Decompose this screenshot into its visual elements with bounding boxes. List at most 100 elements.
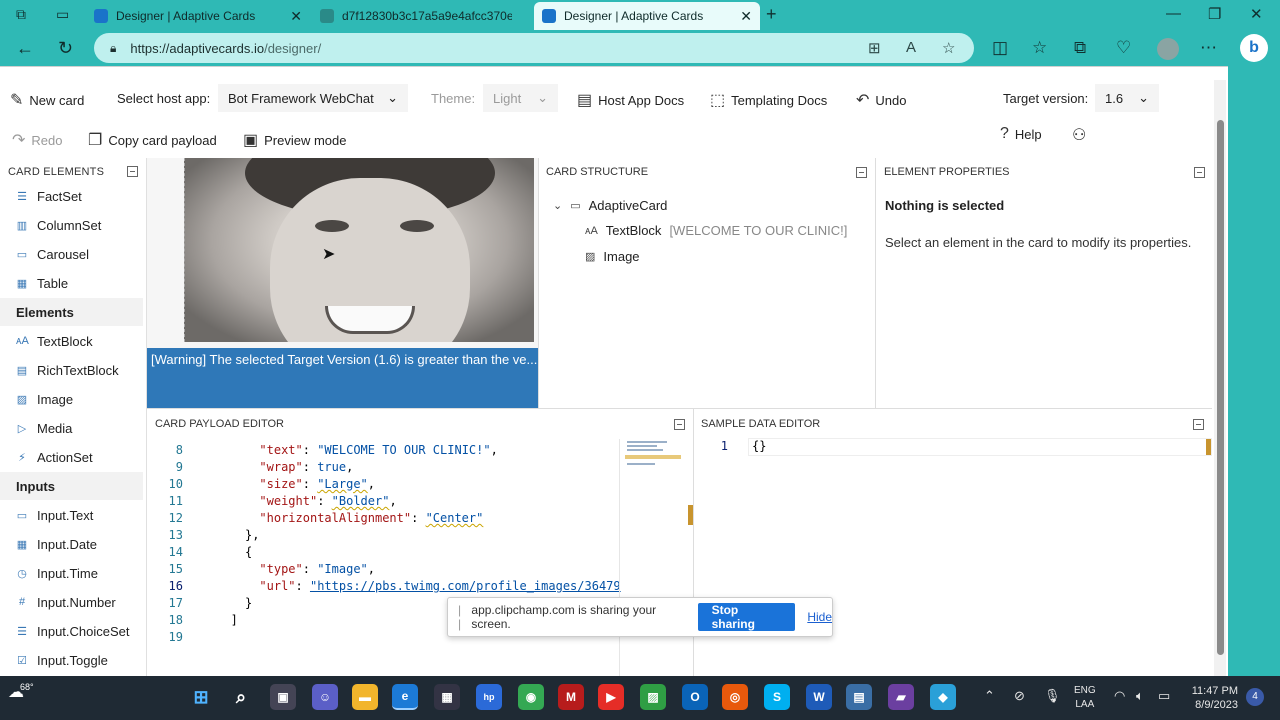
file-explorer-icon[interactable]: ▬ bbox=[352, 684, 378, 710]
restore-icon[interactable]: ❐ bbox=[1208, 5, 1221, 23]
code-minimap[interactable] bbox=[625, 439, 683, 479]
start-icon[interactable]: ⊞ bbox=[188, 684, 214, 710]
youtube-icon[interactable]: ▶ bbox=[598, 684, 624, 710]
task-view-icon[interactable]: ▣ bbox=[270, 684, 296, 710]
edge-icon[interactable]: e bbox=[392, 684, 418, 710]
collections-icon[interactable]: ⧉ bbox=[1074, 38, 1086, 58]
close-window-icon[interactable]: ✕ bbox=[1250, 5, 1263, 23]
system-clock[interactable]: 11:47 PM 8/9/2023 bbox=[1186, 684, 1238, 712]
show-hidden-icons-icon[interactable]: ⌃ bbox=[984, 688, 995, 704]
page-scrollbar-thumb[interactable] bbox=[1217, 120, 1224, 655]
apps-icon[interactable]: ⊞ bbox=[868, 39, 881, 57]
bing-chat-icon[interactable]: b bbox=[1240, 34, 1268, 62]
cube-app-icon[interactable]: ◆ bbox=[930, 684, 956, 710]
favorites-icon[interactable]: ☆ bbox=[1032, 38, 1047, 58]
palette-item-input-date[interactable]: ▦ Input.Date bbox=[0, 530, 143, 558]
notification-badge[interactable]: 4 bbox=[1246, 688, 1264, 706]
browser-essentials-icon[interactable]: ♡ bbox=[1116, 38, 1131, 58]
microphone-icon[interactable]: 🎙︎ bbox=[1044, 688, 1061, 704]
tree-node-image[interactable]: ▨ Image bbox=[585, 249, 640, 264]
theme-select[interactable]: Light ⌄ bbox=[483, 84, 558, 112]
tab-designer-1[interactable]: Designer | Adaptive Cards ✕ bbox=[86, 2, 310, 30]
outlook-icon[interactable]: O bbox=[682, 684, 708, 710]
host-app-select[interactable]: Bot Framework WebChat ⌄ bbox=[218, 84, 408, 112]
new-tab-icon[interactable]: + bbox=[766, 4, 777, 25]
palette-item-input-choiceset[interactable]: ☰ Input.ChoiceSet bbox=[0, 617, 143, 645]
host-app-docs-button[interactable]: ▤ Host App Docs bbox=[577, 90, 684, 110]
tree-node-textblock[interactable]: ᴀA TextBlock [WELCOME TO OUR CLINIC!] bbox=[585, 223, 847, 238]
redo-label: Redo bbox=[31, 132, 63, 148]
workspaces-icon[interactable]: ⧉ bbox=[16, 6, 26, 23]
palette-item-input-number[interactable]: # Input.Number bbox=[0, 588, 143, 616]
drag-handle-icon[interactable]: | | bbox=[458, 603, 461, 631]
chrome-icon[interactable]: ◉ bbox=[518, 684, 544, 710]
palette-item-richtextblock[interactable]: ▤ RichTextBlock bbox=[0, 356, 143, 384]
weather-widget[interactable]: ☁ 68° bbox=[8, 682, 34, 702]
palette-item-media[interactable]: ▷ Media bbox=[0, 414, 143, 442]
search-icon[interactable]: ⌕ bbox=[228, 684, 254, 710]
hide-share-link[interactable]: Hide bbox=[807, 610, 832, 624]
palette-item-columnset[interactable]: ▥ ColumnSet bbox=[0, 211, 143, 239]
antivirus-icon[interactable]: M bbox=[558, 684, 584, 710]
tab-designer-active[interactable]: Designer | Adaptive Cards ✕ bbox=[534, 2, 760, 30]
network-off-icon[interactable]: ⊘ bbox=[1014, 688, 1025, 704]
url-field[interactable]: 🔒︎ https://adaptivecards.io/designer/ bbox=[94, 33, 974, 63]
collapse-palette-button[interactable] bbox=[127, 166, 138, 177]
copy-payload-button[interactable]: ❐ Copy card payload bbox=[88, 130, 217, 150]
refresh-icon[interactable]: ↻ bbox=[58, 38, 73, 59]
palette-item-factset[interactable]: ☰ FactSet bbox=[0, 182, 143, 210]
palette-item-input-text[interactable]: ▭ Input.Text bbox=[0, 501, 143, 529]
split-screen-icon[interactable]: ◫ bbox=[992, 38, 1008, 58]
redo-button[interactable]: ↷ Redo bbox=[12, 130, 62, 150]
battery-icon[interactable]: ▭ bbox=[1158, 688, 1170, 704]
palette-item-textblock[interactable]: ᴀA TextBlock bbox=[0, 327, 143, 355]
minimize-icon[interactable]: — bbox=[1166, 5, 1181, 22]
feedback-button[interactable]: ⚇ bbox=[1072, 125, 1086, 145]
palette-item-image[interactable]: ▨ Image bbox=[0, 385, 143, 413]
skype-icon[interactable]: S bbox=[764, 684, 790, 710]
back-icon[interactable]: ← bbox=[16, 38, 34, 59]
store-icon[interactable]: ▦ bbox=[434, 684, 460, 710]
palette-item-carousel[interactable]: ▭ Carousel bbox=[0, 240, 143, 268]
temperature: 68° bbox=[20, 682, 34, 692]
collapse-structure-button[interactable] bbox=[856, 167, 867, 178]
palette-item-input-toggle[interactable]: ☑ Input.Toggle bbox=[0, 646, 143, 674]
collapse-sample-data-button[interactable] bbox=[1193, 419, 1204, 430]
word-icon[interactable]: W bbox=[806, 684, 832, 710]
read-aloud-icon[interactable]: A bbox=[906, 39, 916, 56]
firefox-icon[interactable]: ◎ bbox=[722, 684, 748, 710]
more-options-icon[interactable]: ⋯ bbox=[1200, 38, 1217, 58]
input-language[interactable]: ENG LAA bbox=[1074, 684, 1096, 712]
stop-sharing-button[interactable]: Stop sharing bbox=[697, 603, 796, 631]
target-version-select[interactable]: 1.6 ⌄ bbox=[1095, 84, 1159, 112]
sample-data-content[interactable]: {} bbox=[752, 439, 766, 453]
favorite-star-icon[interactable]: ☆ bbox=[942, 39, 955, 57]
mcafee-myhp-icon[interactable]: hp bbox=[476, 684, 502, 710]
wifi-icon[interactable]: ◠ bbox=[1114, 688, 1125, 704]
palette-item-input-time[interactable]: ◷ Input.Time bbox=[0, 559, 143, 587]
expand-chevron-icon[interactable]: ⌄ bbox=[553, 199, 562, 212]
volume-icon[interactable]: 🔈︎ bbox=[1136, 688, 1144, 704]
undo-button[interactable]: ↶ Undo bbox=[856, 90, 906, 110]
notepad-icon[interactable]: ▤ bbox=[846, 684, 872, 710]
collapse-properties-button[interactable] bbox=[1194, 167, 1205, 178]
tree-node-adaptivecard[interactable]: ⌄ ▭ AdaptiveCard bbox=[553, 198, 667, 213]
close-tab-icon[interactable]: ✕ bbox=[740, 8, 752, 25]
collapse-payload-button[interactable] bbox=[674, 419, 685, 430]
palette-item-actionset[interactable]: ⚡︎ ActionSet bbox=[0, 443, 143, 471]
card-image-photo[interactable] bbox=[184, 158, 534, 342]
code-area[interactable]: 8 "text": "WELCOME TO OUR CLINIC!", 9 "wrap… bbox=[147, 443, 621, 677]
photos-icon[interactable]: ▨ bbox=[640, 684, 666, 710]
tab-document[interactable]: d7f12830b3c17a5a9e4afcc370e1 bbox=[312, 2, 532, 30]
tab-actions-icon[interactable]: ▭ bbox=[56, 6, 69, 23]
palette-item-table[interactable]: ▦ Table bbox=[0, 269, 143, 297]
close-tab-icon[interactable]: ✕ bbox=[290, 8, 302, 25]
clipchamp-icon[interactable]: ▰ bbox=[888, 684, 914, 710]
help-button[interactable]: ? Help bbox=[1000, 125, 1042, 143]
teams-chat-icon[interactable]: ☺ bbox=[312, 684, 338, 710]
preview-mode-button[interactable]: ▣ Preview mode bbox=[243, 130, 347, 150]
templating-docs-button[interactable]: ⬚ Templating Docs bbox=[710, 90, 827, 110]
profile-avatar[interactable] bbox=[1157, 38, 1179, 60]
card-preview-canvas[interactable]: [Warning] The selected Target Version (1… bbox=[147, 158, 539, 408]
new-card-button[interactable]: ✎ New card bbox=[10, 90, 84, 110]
